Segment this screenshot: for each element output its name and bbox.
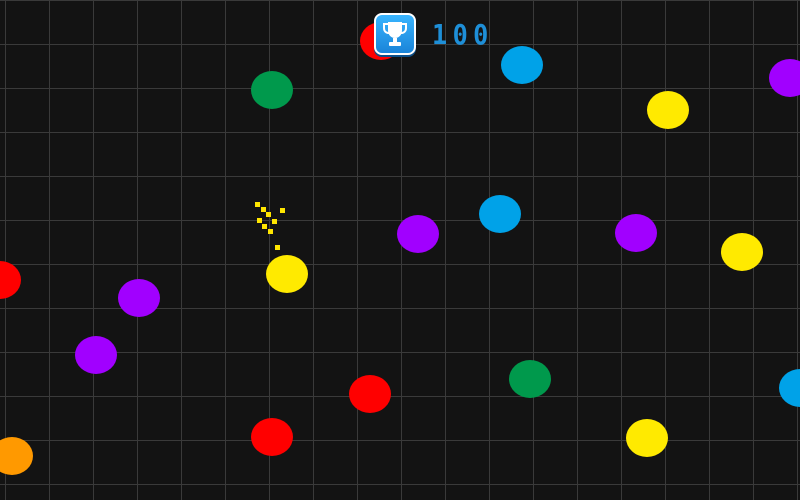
purple-dot (397, 215, 439, 253)
orange-dot (0, 437, 33, 475)
green-dot (251, 71, 293, 109)
trail-particle (262, 224, 267, 229)
trail-particle (266, 212, 271, 217)
blue-dot (501, 46, 543, 84)
score-hud: 100 (374, 12, 501, 56)
yellow-dot (626, 419, 668, 457)
trail-particle (280, 208, 285, 213)
purple-dot (118, 279, 160, 317)
score-value: 100 (432, 17, 494, 51)
blue-dot (479, 195, 521, 233)
green-dot (509, 360, 551, 398)
red-dot (0, 261, 21, 299)
yellow-dot (721, 233, 763, 271)
purple-dot (75, 336, 117, 374)
trophy-icon (374, 13, 416, 55)
trail-particle (255, 202, 260, 207)
trail-particle (272, 219, 277, 224)
trail-particle (257, 218, 262, 223)
red-dot (349, 375, 391, 413)
yellow-dot (647, 91, 689, 129)
player-dot[interactable] (266, 255, 308, 293)
purple-dot (769, 59, 800, 97)
purple-dot (615, 214, 657, 252)
trail-particle (268, 229, 273, 234)
game-board[interactable]: 100 (0, 0, 800, 500)
red-dot (251, 418, 293, 456)
trail-particle (275, 245, 280, 250)
blue-dot (779, 369, 800, 407)
